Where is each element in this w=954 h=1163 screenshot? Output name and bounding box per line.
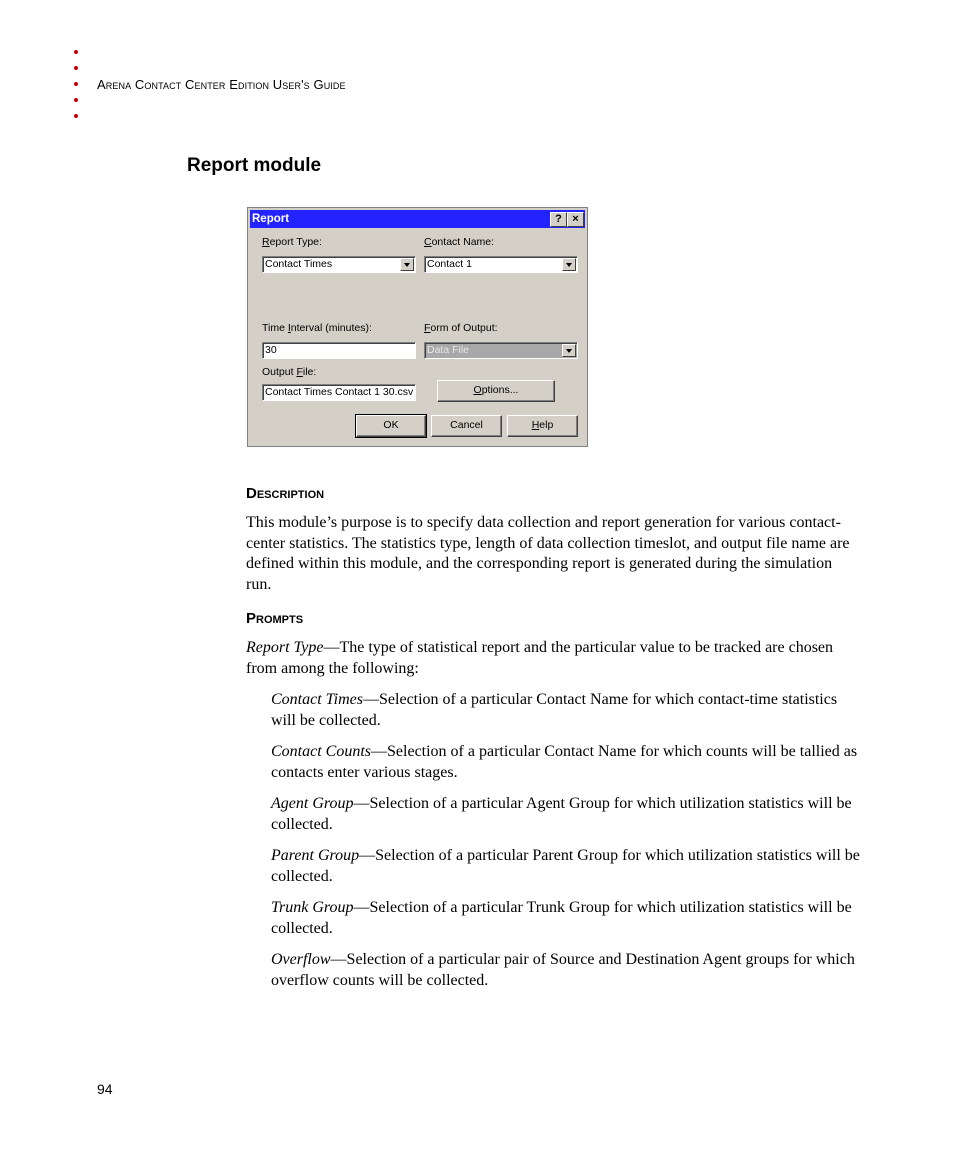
prompt-item: Agent Group—Selection of a particular Ag… — [271, 795, 852, 833]
bullet-icon — [74, 82, 78, 86]
report-type-label: Report Type: — [262, 236, 322, 248]
bullet-icon — [74, 98, 78, 102]
dialog-title: Report — [252, 213, 290, 225]
report-dialog: Report ? × Report Type: Contact Times Co… — [247, 207, 588, 447]
prompts-heading: Prompts — [246, 610, 304, 627]
description-heading: Description — [246, 485, 325, 502]
report-type-select[interactable]: Contact Times — [262, 256, 416, 273]
page-number: 94 — [97, 1081, 113, 1097]
prompt-item: Overflow—Selection of a particular pair … — [271, 951, 855, 989]
time-interval-input[interactable]: 30 — [262, 342, 416, 359]
output-file-input[interactable]: Contact Times Contact 1 30.csv — [262, 384, 416, 401]
contact-name-label: Contact Name: — [424, 236, 495, 248]
help-button[interactable]: Help — [507, 415, 578, 437]
form-of-output-label: Form of Output: — [424, 322, 498, 334]
report-type-value: Contact Times — [265, 258, 333, 270]
ok-button[interactable]: OK — [355, 414, 427, 438]
prompt-item: Parent Group—Selection of a particular P… — [271, 847, 860, 885]
prompt-item: Contact Counts—Selection of a particular… — [271, 743, 858, 781]
chevron-down-icon[interactable] — [562, 344, 576, 357]
contact-name-value: Contact 1 — [427, 258, 472, 270]
close-icon[interactable]: × — [567, 212, 584, 227]
help-icon[interactable]: ? — [550, 212, 567, 227]
bullet-icon — [74, 114, 78, 118]
form-of-output-value: Data File — [427, 344, 470, 356]
dialog-titlebar: Report ? × — [250, 210, 585, 228]
chevron-down-icon[interactable] — [562, 258, 576, 271]
cancel-button[interactable]: Cancel — [431, 415, 502, 437]
prompt-item: Contact Times—Selection of a particular … — [271, 691, 838, 729]
description-text: This module’s purpose is to specify data… — [246, 514, 850, 593]
section-title: Report module — [187, 155, 322, 176]
bullet-icon — [74, 66, 78, 70]
options-button[interactable]: Options... — [437, 380, 555, 402]
output-file-label: Output File: — [262, 366, 317, 378]
form-of-output-select[interactable]: Data File — [424, 342, 578, 359]
prompts-intro: Report Type—The type of statistical repo… — [246, 639, 834, 677]
running-head: Arena Contact Center Edition User's Guid… — [97, 77, 346, 92]
chevron-down-icon[interactable] — [400, 258, 414, 271]
prompt-item: Trunk Group—Selection of a particular Tr… — [271, 899, 852, 937]
contact-name-select[interactable]: Contact 1 — [424, 256, 578, 273]
bullet-icon — [74, 50, 78, 54]
time-interval-label: Time Interval (minutes): — [262, 322, 372, 334]
